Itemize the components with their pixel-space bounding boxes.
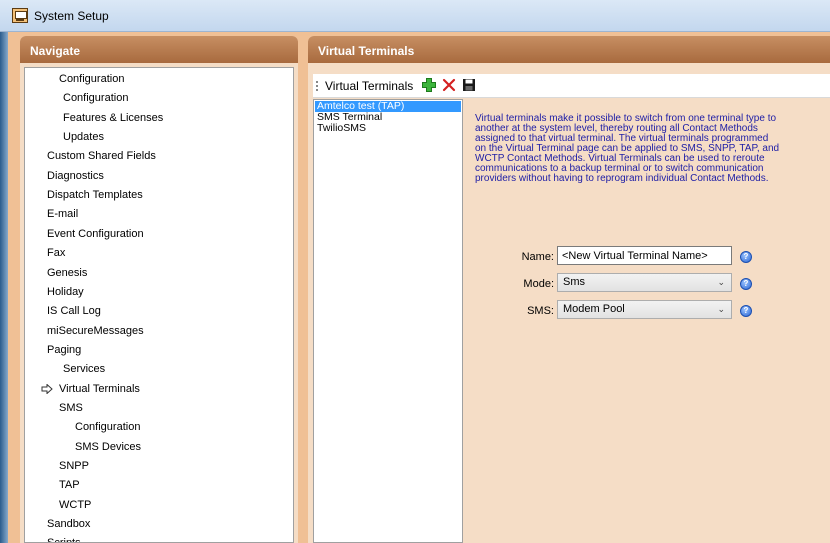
tree-item-label: E-mail xyxy=(47,208,79,221)
current-arrow-icon xyxy=(41,383,53,394)
tree-item[interactable]: Paging xyxy=(47,342,81,358)
name-label: Name: xyxy=(521,251,554,263)
tree-item-label: Configuration xyxy=(63,92,129,105)
tree-item-label: Configuration xyxy=(75,421,141,434)
tree-item-label: WCTP xyxy=(59,498,92,511)
tree-item-label: Services xyxy=(63,363,106,376)
tree-item-label: Scripts xyxy=(47,537,81,542)
mode-help-icon[interactable]: ? xyxy=(740,278,752,290)
tree-item-label: Event Configuration xyxy=(47,227,144,240)
tree-item-label: miSecureMessages xyxy=(47,324,144,337)
tree-item[interactable]: Configuration xyxy=(75,419,140,435)
desktop-edge xyxy=(0,32,8,543)
virtual-terminal-list[interactable]: Amtelco test (TAP) SMS Terminal TwilioSMS xyxy=(313,99,463,543)
toolbar-label: Virtual Terminals xyxy=(325,79,414,93)
mode-select-value: Sms xyxy=(563,276,585,288)
tree-item[interactable]: WCTP xyxy=(59,497,91,513)
navigation-tree[interactable]: Configuration Configuration Features & Lic… xyxy=(24,67,294,543)
tree-item[interactable]: Scripts xyxy=(47,535,81,542)
save-terminal-button[interactable] xyxy=(461,77,477,93)
tree-item-label: Diagnostics xyxy=(47,169,104,182)
terminal-list-item[interactable]: TwilioSMS xyxy=(315,123,461,134)
name-input[interactable] xyxy=(557,246,732,265)
tree-item[interactable]: IS Call Log xyxy=(47,303,101,319)
mode-select[interactable]: Sms ⌄ xyxy=(557,273,732,292)
tree-item[interactable]: SMS xyxy=(59,400,83,416)
tree-item[interactable]: Custom Shared Fields xyxy=(47,148,156,164)
app-icon xyxy=(12,8,28,23)
tree-item[interactable]: Features & Licenses xyxy=(63,110,163,126)
mode-label: Mode: xyxy=(523,278,554,290)
delete-terminal-button[interactable] xyxy=(441,77,457,93)
navigate-panel: Navigate Configuration Configuration Featu… xyxy=(20,36,298,543)
sms-select[interactable]: Modem Pool ⌄ xyxy=(557,300,732,319)
title-bar: System Setup xyxy=(0,0,830,32)
tree-item[interactable]: E-mail xyxy=(47,206,78,222)
tree-item[interactable]: Updates xyxy=(63,129,104,145)
tree-item-label: Fax xyxy=(47,247,66,260)
navigate-header: Navigate xyxy=(20,36,298,63)
tree-item[interactable]: Diagnostics xyxy=(47,168,104,184)
tree-item-label: SNPP xyxy=(59,460,89,472)
add-terminal-button[interactable] xyxy=(421,77,437,93)
tree-item-label: Holiday xyxy=(47,285,84,298)
chevron-down-icon: ⌄ xyxy=(717,277,725,287)
virtual-terminals-description: Virtual terminals make it possible to sw… xyxy=(475,113,780,184)
tree-item-label: TAP xyxy=(59,479,80,492)
tree-item[interactable]: Fax xyxy=(47,245,65,261)
tree-item-label: Genesis xyxy=(47,266,88,279)
sms-select-value: Modem Pool xyxy=(563,303,625,315)
tree-item[interactable]: miSecureMessages xyxy=(47,323,144,339)
sms-help-icon[interactable]: ? xyxy=(740,305,752,317)
chevron-down-icon: ⌄ xyxy=(717,304,725,314)
tree-item[interactable]: TAP xyxy=(59,477,80,493)
name-help-icon[interactable]: ? xyxy=(740,251,752,263)
tree-item-label: Updates xyxy=(63,131,104,144)
tree-item-label: Sandbox xyxy=(47,518,91,531)
virtual-terminals-panel: Virtual Terminals Virtual Terminals Amte… xyxy=(308,36,830,543)
tree-item[interactable]: Sandbox xyxy=(47,516,90,532)
tree-item[interactable]: Event Configuration xyxy=(47,226,144,242)
tree-item-label: Features & Licenses xyxy=(63,111,164,124)
virtual-terminals-toolbar: Virtual Terminals xyxy=(313,74,830,98)
tree-item[interactable]: Services xyxy=(63,361,105,377)
plus-icon xyxy=(422,78,436,92)
window-title: System Setup xyxy=(34,9,109,23)
tree-item[interactable]: Configuration xyxy=(59,71,124,87)
tree-item-label: Virtual Terminals xyxy=(59,382,140,395)
tree-item-label: SMS Devices xyxy=(75,440,142,453)
tree-item-label: Custom Shared Fields xyxy=(47,150,156,163)
tree-item[interactable]: SMS Devices xyxy=(75,439,141,455)
tree-item[interactable]: Configuration xyxy=(63,90,128,106)
toolbar-grip-icon[interactable] xyxy=(316,81,318,91)
tree-item[interactable]: SNPP xyxy=(59,458,89,474)
tree-item[interactable]: Dispatch Templates xyxy=(47,187,143,203)
tree-item[interactable]: Virtual Terminals xyxy=(59,381,140,397)
tree-item-label: Paging xyxy=(47,343,82,356)
floppy-disk-icon xyxy=(463,79,475,91)
tree-item[interactable]: Holiday xyxy=(47,284,84,300)
sms-label: SMS: xyxy=(527,305,554,317)
tree-item-label: Dispatch Templates xyxy=(47,189,143,202)
tree-item-label: Configuration xyxy=(59,73,125,85)
virtual-terminals-header: Virtual Terminals xyxy=(308,36,830,63)
tree-item-label: SMS xyxy=(59,401,83,414)
tree-item-label: IS Call Log xyxy=(47,305,101,318)
x-icon xyxy=(442,78,456,92)
tree-item[interactable]: Genesis xyxy=(47,265,87,281)
